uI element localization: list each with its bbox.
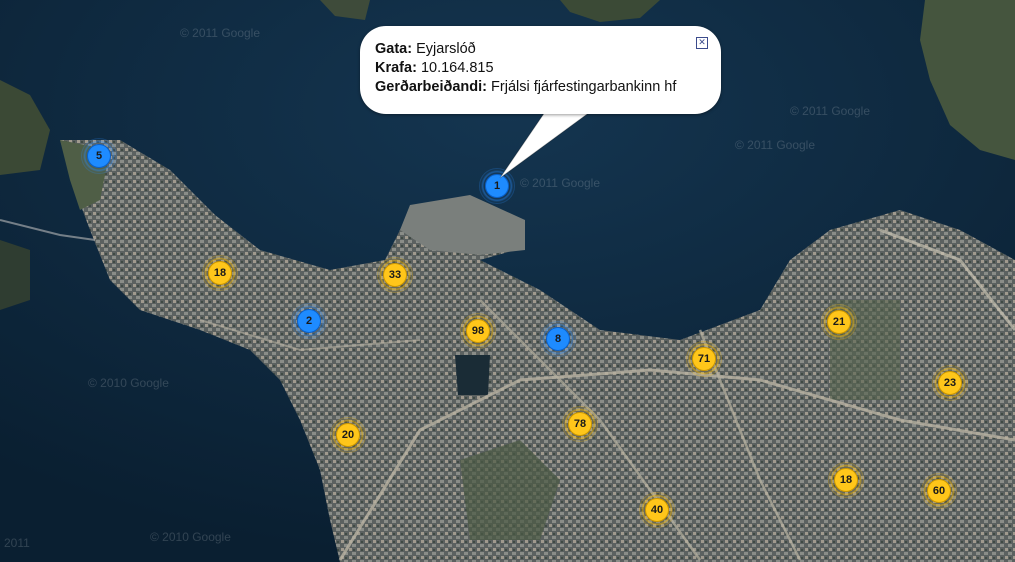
info-window-content: Gata: Eyjarslóð Krafa: 10.164.815 Gerðar… [375, 40, 676, 97]
cluster-marker[interactable]: 21 [821, 304, 857, 340]
info-row-street: Gata: Eyjarslóð [375, 40, 676, 59]
map-watermark: © 2010 Google [150, 530, 231, 544]
street-label: Gata: [375, 41, 413, 57]
cluster-marker[interactable]: 78 [562, 406, 598, 442]
cluster-count: 21 [827, 310, 851, 334]
map-watermark: © 2011 Google [180, 26, 261, 40]
cluster-marker[interactable]: 5 [81, 138, 117, 174]
map-watermark: © 2010 Google [88, 376, 169, 390]
cluster-count: 23 [938, 371, 962, 395]
cluster-marker[interactable]: 1 [479, 168, 515, 204]
map-watermark: © 2011 Google [790, 104, 871, 118]
requester-label: Gerðarbeiðandi: [375, 79, 487, 95]
close-icon[interactable]: ✕ [696, 37, 708, 49]
cluster-count: 2 [297, 309, 321, 333]
requester-value: Frjálsi fjárfestingarbankinn hf [491, 79, 677, 95]
cluster-count: 18 [834, 468, 858, 492]
cluster-count: 98 [466, 319, 490, 343]
cluster-count: 8 [546, 327, 570, 351]
cluster-count: 40 [645, 498, 669, 522]
cluster-marker[interactable]: 60 [921, 473, 957, 509]
info-window: Gata: Eyjarslóð Krafa: 10.164.815 Gerðar… [360, 26, 721, 114]
satellite-map[interactable]: © 2011 Google © 2011 Google © 2011 Googl… [0, 0, 1015, 562]
cluster-count: 18 [208, 261, 232, 285]
map-watermark: © 2011 Google [520, 176, 601, 190]
cluster-marker[interactable]: 18 [202, 255, 238, 291]
cluster-marker[interactable]: 8 [540, 321, 576, 357]
info-row-claim: Krafa: 10.164.815 [375, 59, 676, 78]
cluster-marker[interactable]: 23 [932, 365, 968, 401]
cluster-count: 20 [336, 423, 360, 447]
street-value: Eyjarslóð [416, 41, 476, 57]
cluster-marker[interactable]: 71 [686, 341, 722, 377]
cluster-marker[interactable]: 33 [377, 257, 413, 293]
info-row-requester: Gerðarbeiðandi: Frjálsi fjárfestingarban… [375, 78, 676, 97]
cluster-marker[interactable]: 2 [291, 303, 327, 339]
map-watermark: © 2011 Google [735, 138, 816, 152]
cluster-count: 1 [485, 174, 509, 198]
cluster-count: 60 [927, 479, 951, 503]
cluster-marker[interactable]: 98 [460, 313, 496, 349]
claim-value: 10.164.815 [420, 60, 494, 76]
cluster-count: 5 [87, 144, 111, 168]
claim-label: Krafa: [375, 60, 417, 76]
cluster-count: 78 [568, 412, 592, 436]
cluster-count: 33 [383, 263, 407, 287]
cluster-count: 71 [692, 347, 716, 371]
cluster-marker[interactable]: 40 [639, 492, 675, 528]
cluster-marker[interactable]: 20 [330, 417, 366, 453]
map-watermark: 2011 [4, 536, 30, 550]
cluster-marker[interactable]: 18 [828, 462, 864, 498]
